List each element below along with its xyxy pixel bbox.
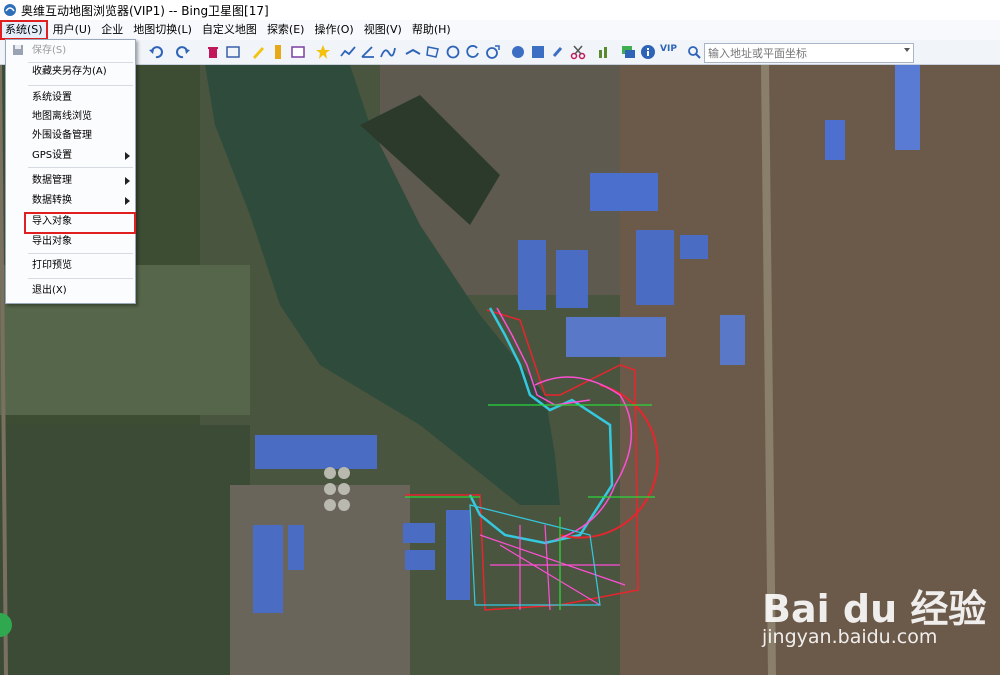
import-objects-highlight-box: [24, 212, 136, 234]
menu-operate[interactable]: 操作(O): [309, 20, 358, 40]
menu-separator: [28, 278, 133, 279]
scissors-icon[interactable]: [570, 44, 586, 60]
curve-icon[interactable]: [380, 44, 396, 60]
circle-icon[interactable]: [445, 44, 461, 60]
menu-item-offline-browse[interactable]: 地图离线浏览: [6, 107, 135, 127]
menu-item-save[interactable]: 保存(S): [6, 41, 135, 61]
app-logo-icon: [4, 4, 16, 16]
chart-icon[interactable]: [596, 44, 612, 60]
redo-icon[interactable]: [175, 44, 191, 60]
menu-map-switch[interactable]: 地图切换(L): [128, 20, 197, 40]
menu-item-data-management[interactable]: 数据管理: [6, 171, 135, 191]
menu-bar: 系统(S) 用户(U) 企业 地图切换(L) 自定义地图 探索(E) 操作(O)…: [0, 20, 1000, 40]
undo-icon[interactable]: [148, 44, 164, 60]
menu-explore[interactable]: 探索(E): [262, 20, 310, 40]
menu-user[interactable]: 用户(U): [48, 20, 97, 40]
menu-custom-map[interactable]: 自定义地图: [197, 20, 262, 40]
window-icon[interactable]: [290, 44, 306, 60]
system-menu-dropdown: 保存(S) 收藏夹另存为(A) 系统设置 地图离线浏览 外围设备管理 GPS设置…: [5, 39, 136, 304]
menu-enterprise[interactable]: 企业: [96, 20, 128, 40]
menu-separator: [28, 85, 133, 86]
menu-item-data-conversion[interactable]: 数据转换: [6, 191, 135, 211]
info-icon[interactable]: [640, 44, 656, 60]
pencil-icon[interactable]: [250, 44, 266, 60]
menu-view[interactable]: 视图(V): [359, 20, 407, 40]
watermark-url: jingyan.baidu.com: [762, 626, 938, 648]
menu-separator: [28, 253, 133, 254]
sector-icon[interactable]: [485, 44, 501, 60]
menu-system[interactable]: 系统(S): [0, 20, 48, 40]
address-search-field[interactable]: [704, 43, 914, 63]
watermark-logo: Bai du 经验: [762, 587, 987, 631]
polyline-icon[interactable]: [340, 44, 356, 60]
delete-icon[interactable]: [205, 44, 221, 60]
attach-icon[interactable]: [550, 44, 566, 60]
menu-item-gps-settings[interactable]: GPS设置: [6, 146, 135, 166]
rotate-icon[interactable]: [465, 44, 481, 60]
angle-icon[interactable]: [360, 44, 376, 60]
polygon-icon[interactable]: [425, 44, 441, 60]
menu-item-print-preview[interactable]: 打印预览: [6, 256, 135, 276]
select-rect-icon[interactable]: [225, 44, 241, 60]
window-title: 奥维互动地图浏览器(VIP1) -- Bing卫星图[17]: [21, 3, 269, 18]
baidu-jingyan-watermark: Bai du 经验 jingyan.baidu.com: [762, 578, 998, 668]
globe-icon[interactable]: [510, 44, 526, 60]
layers-icon[interactable]: [620, 44, 636, 60]
submenu-arrow-icon: [125, 152, 130, 160]
search-icon[interactable]: [686, 44, 702, 60]
vip-button[interactable]: VIP: [660, 44, 677, 54]
ruler-icon[interactable]: [270, 44, 286, 60]
image-icon[interactable]: [530, 44, 546, 60]
menu-separator: [28, 167, 133, 168]
title-bar: 奥维互动地图浏览器(VIP1) -- Bing卫星图[17]: [0, 0, 1000, 20]
chevron-down-icon[interactable]: [904, 48, 910, 52]
menu-item-peripheral-devices[interactable]: 外围设备管理: [6, 126, 135, 146]
menu-item-exit[interactable]: 退出(X): [6, 281, 135, 301]
menu-help[interactable]: 帮助(H): [407, 20, 456, 40]
submenu-arrow-icon: [125, 197, 130, 205]
submenu-arrow-icon: [125, 177, 130, 185]
menu-item-save-favorites-as[interactable]: 收藏夹另存为(A): [6, 62, 135, 82]
menu-item-system-settings[interactable]: 系统设置: [6, 88, 135, 108]
star-icon[interactable]: [315, 44, 331, 60]
route-icon[interactable]: [405, 44, 421, 60]
menu-item-export-objects[interactable]: 导出对象: [6, 232, 135, 252]
search-input[interactable]: [705, 44, 900, 62]
